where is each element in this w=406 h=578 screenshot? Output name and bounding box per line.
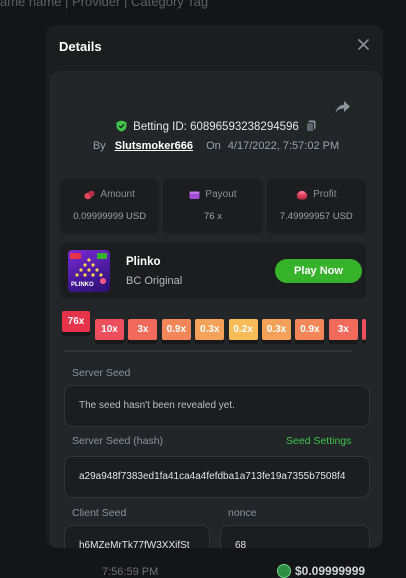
multiplier-divider	[63, 350, 353, 352]
background-header-text: ame name | Provider | Category Tag	[0, 0, 209, 9]
multiplier-chip: 0.2x	[228, 319, 258, 340]
stat-profit-label: Profit	[313, 189, 337, 200]
background-row-amount-value: $0.09999999	[295, 564, 366, 578]
multiplier-chip-base	[161, 340, 191, 344]
stat-amount-value: 0.09999999 USD	[73, 211, 147, 222]
nonce-value: 68	[235, 540, 247, 548]
multiplier-chip: 10x	[95, 319, 124, 340]
share-icon[interactable]	[334, 98, 352, 116]
modal-title: Details	[59, 39, 102, 54]
server-seed-hash-field[interactable]: a29a948f7383ed1fa41ca4a4fefdba1a713fe19a…	[64, 456, 370, 498]
shield-check-icon	[116, 120, 127, 132]
betting-id-label: Betting ID:	[133, 121, 187, 133]
multiplier-chip: 0.3x	[262, 319, 291, 340]
coins-icon	[84, 190, 95, 199]
wallet-icon	[189, 191, 200, 199]
multiplier-chip: 0.9x	[295, 319, 325, 340]
betting-id-value: 60896593238294596	[190, 121, 299, 133]
game-row: PLINKO Plinko BC Original Play Now	[60, 243, 366, 299]
server-seed-hash-value: a29a948f7383ed1fa41ca4a4fefdba1a713fe19a…	[79, 471, 346, 482]
modal-header: Details	[46, 25, 383, 69]
multiplier-chip-base	[362, 340, 367, 344]
nonce-label: nonce	[228, 507, 257, 519]
stat-profit: Profit 7.49999957 USD	[266, 179, 366, 234]
on-label: On	[206, 140, 221, 152]
seed-settings-link[interactable]: Seed Settings	[286, 435, 351, 447]
stat-payout: Payout 76 x	[163, 179, 263, 234]
stat-profit-value: 7.49999957 USD	[279, 211, 353, 222]
stat-payout-label: Payout	[205, 189, 237, 200]
coin-icon	[277, 564, 291, 578]
play-now-button[interactable]: Play Now	[275, 259, 362, 283]
background-row: 7:56:59 PM $0.09999999	[0, 560, 406, 578]
client-seed-field[interactable]: h6MZeMrTk77fW3XXifSt	[64, 525, 210, 548]
multiplier-chip-base	[95, 340, 124, 344]
server-seed-value: The seed hasn't been revealed yet.	[79, 400, 235, 411]
multiplier-chip: 3x	[328, 319, 358, 340]
multiplier-row: 76x 10x 3x 0.9x 0.3x 0.2x 0.3x 0.9x 3x	[62, 311, 374, 353]
stat-amount: Amount 0.09999999 USD	[60, 179, 160, 234]
copy-icon[interactable]	[306, 120, 316, 132]
stats-row: Amount 0.09999999 USD Payout 76 x Profit…	[60, 179, 366, 234]
server-seed-label: Server Seed	[72, 367, 131, 379]
multiplier-chip-base	[228, 340, 258, 344]
multiplier-chip-base	[295, 340, 325, 344]
multiplier-chip-base	[328, 340, 358, 344]
multiplier-chip-active: 76x	[62, 311, 90, 332]
game-thumbnail-label: PLINKO	[71, 282, 94, 288]
stat-amount-label: Amount	[100, 189, 135, 200]
nonce-field[interactable]: 68	[220, 525, 370, 548]
bettor-row: By Slutsmoker666 On 4/17/2022, 7:57:02 P…	[50, 140, 382, 152]
client-seed-value: h6MZeMrTk77fW3XXifSt	[79, 540, 190, 548]
by-label: By	[92, 140, 106, 152]
bet-datetime: 4/17/2022, 7:57:02 PM	[227, 140, 340, 152]
multiplier-chip-base	[128, 340, 158, 344]
close-icon	[358, 39, 369, 50]
multiplier-chip	[362, 319, 367, 340]
multiplier-chip: 0.9x	[161, 319, 191, 340]
stat-payout-value: 76 x	[204, 211, 222, 222]
username-link[interactable]: Slutsmoker666	[115, 140, 193, 152]
background-row-amount: $0.09999999	[277, 564, 365, 578]
background-row-time: 7:56:59 PM	[102, 566, 159, 578]
server-seed-field: The seed hasn't been revealed yet.	[64, 385, 370, 427]
multiplier-chip-base	[262, 340, 291, 344]
game-provider: BC Original	[126, 275, 183, 287]
multiplier-chip-base	[195, 340, 225, 344]
details-modal: Details Betting ID: 60896593238294596 By	[46, 25, 383, 548]
stack-icon	[296, 190, 308, 200]
multiplier-chip: 0.3x	[195, 319, 225, 340]
multiplier-chip: 3x	[128, 319, 158, 340]
betting-id-row: Betting ID: 60896593238294596	[50, 120, 382, 133]
multiplier-chip-base	[62, 332, 90, 336]
game-thumbnail[interactable]: PLINKO	[68, 250, 110, 292]
server-seed-hash-label: Server Seed (hash)	[72, 435, 164, 447]
client-seed-label: Client Seed	[72, 507, 127, 519]
close-button[interactable]	[358, 37, 369, 55]
bet-details-card: Betting ID: 60896593238294596 By Slutsmo…	[50, 71, 382, 548]
game-name: Plinko	[126, 256, 161, 268]
